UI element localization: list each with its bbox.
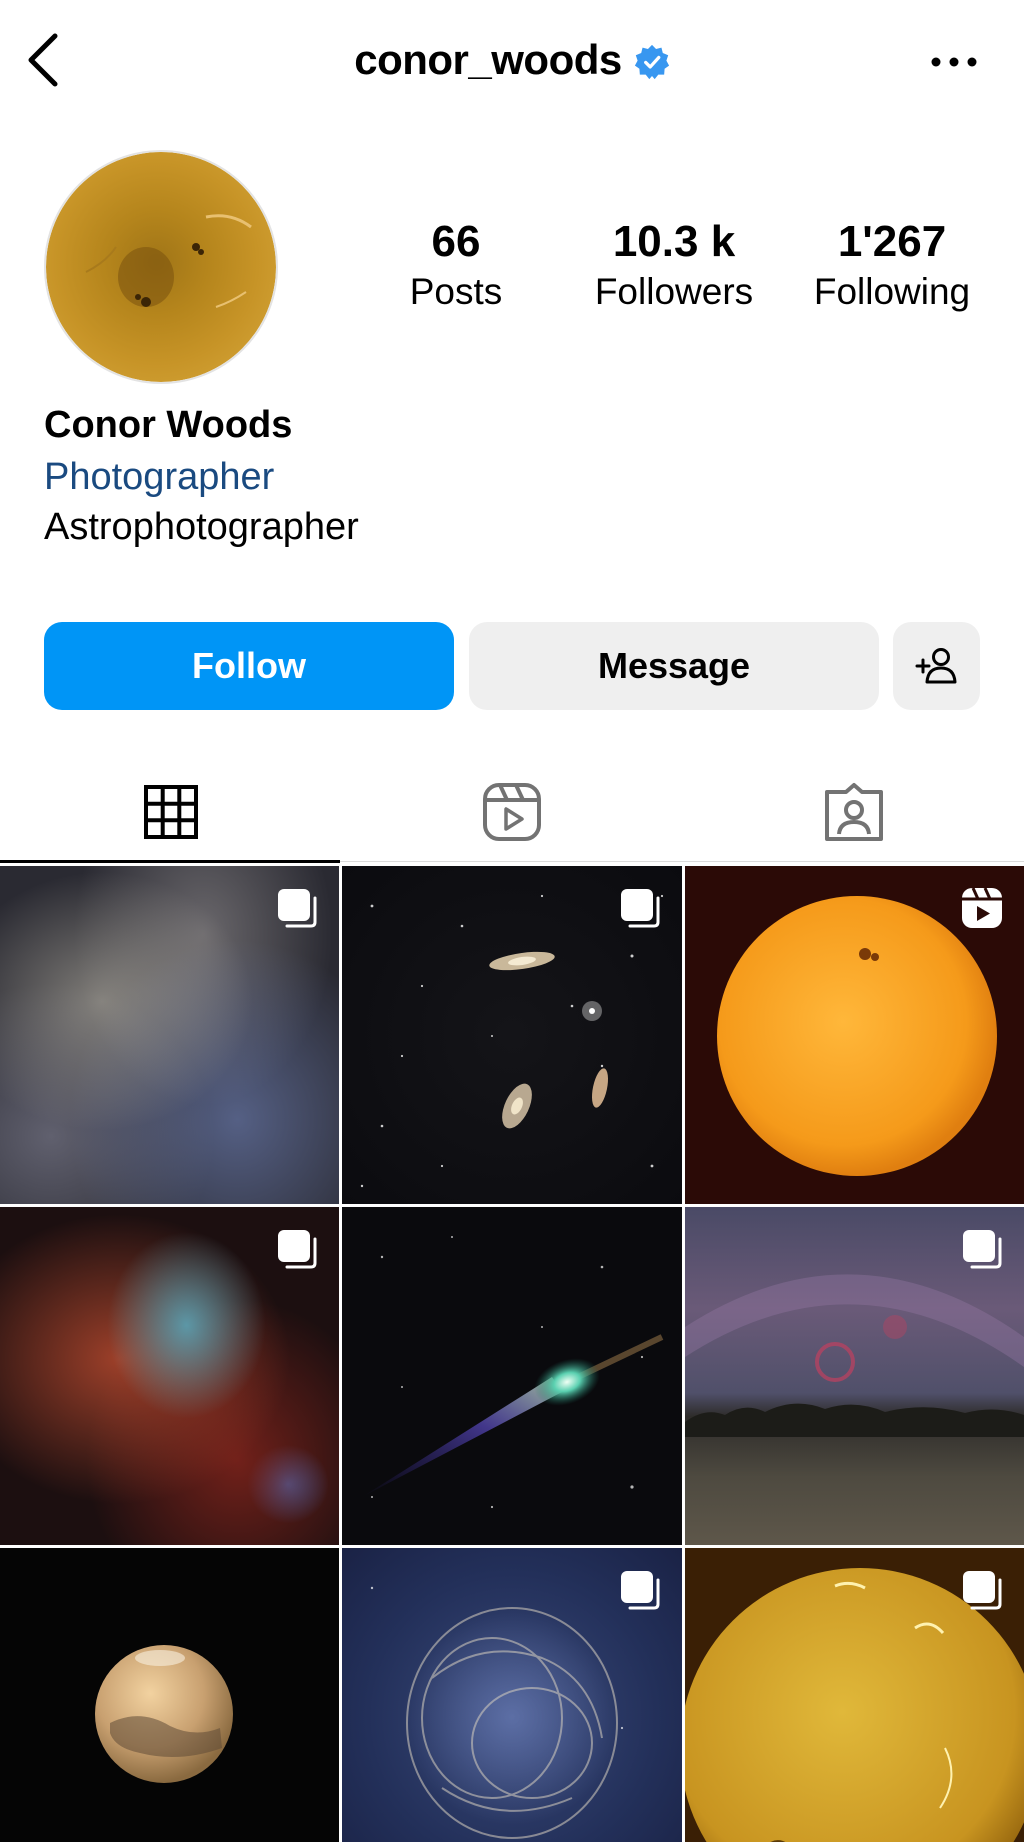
post-thumbnail[interactable] — [685, 1207, 1024, 1545]
title-wrap: conor_woods — [0, 30, 1024, 90]
post-thumbnail[interactable] — [0, 1548, 339, 1842]
post-thumbnail[interactable] — [342, 866, 682, 1204]
grid-icon — [143, 785, 198, 839]
verified-badge-icon — [634, 44, 669, 80]
reels-badge-icon — [962, 887, 1002, 928]
carousel-icon — [621, 1571, 660, 1610]
message-button[interactable]: Message — [469, 622, 879, 710]
add-user-icon — [915, 648, 956, 684]
profile-avatar[interactable] — [44, 150, 278, 384]
mars-scene — [95, 1645, 233, 1783]
post-thumbnail[interactable] — [685, 866, 1024, 1204]
post-thumbnail[interactable] — [342, 1548, 682, 1842]
stat-label: Posts — [409, 271, 503, 312]
tagged-icon — [824, 783, 883, 841]
profile-username: conor_woods — [354, 36, 622, 83]
suggested-users-button[interactable] — [893, 622, 980, 710]
follow-button[interactable]: Follow — [44, 622, 454, 710]
tab-reels[interactable] — [341, 760, 682, 864]
stat-label: Followers — [594, 271, 754, 312]
tab-tagged[interactable] — [683, 760, 1024, 864]
avatar-image — [46, 152, 276, 382]
post-thumbnail[interactable] — [342, 1207, 682, 1545]
tab-divider — [340, 861, 1024, 862]
stat-following[interactable]: 1'267 Following — [792, 214, 992, 314]
comet-scene — [362, 1236, 664, 1509]
reels-icon — [482, 783, 541, 841]
sunspot-texture — [85, 214, 252, 308]
profile-bio: Astrophotographer — [44, 506, 359, 548]
post-thumbnail[interactable] — [0, 1207, 339, 1545]
profile-category[interactable]: Photographer — [44, 456, 274, 499]
stat-label: Following — [813, 271, 971, 312]
posts-grid — [0, 866, 1024, 1842]
stat-posts[interactable]: 66 Posts — [356, 214, 556, 314]
carousel-icon — [621, 889, 660, 928]
carousel-icon — [278, 1230, 317, 1269]
more-horizontal-icon — [931, 57, 977, 67]
tab-posts-grid[interactable] — [0, 760, 341, 864]
profile-tabs — [0, 760, 1024, 864]
stat-followers[interactable]: 10.3 k Followers — [574, 214, 774, 314]
stat-value: 66 — [431, 217, 481, 266]
carousel-icon — [278, 889, 317, 928]
post-thumbnail[interactable] — [685, 1548, 1024, 1842]
more-options-button[interactable] — [924, 40, 984, 84]
active-tab-indicator — [0, 860, 340, 863]
stat-value: 10.3 k — [612, 217, 736, 266]
post-thumbnail[interactable] — [0, 866, 339, 1204]
carousel-icon — [963, 1230, 1002, 1269]
profile-name: Conor Woods — [44, 404, 293, 446]
carousel-icon — [963, 1571, 1002, 1610]
profile-header: conor_woods — [0, 0, 1024, 124]
stat-value: 1'267 — [837, 217, 947, 266]
